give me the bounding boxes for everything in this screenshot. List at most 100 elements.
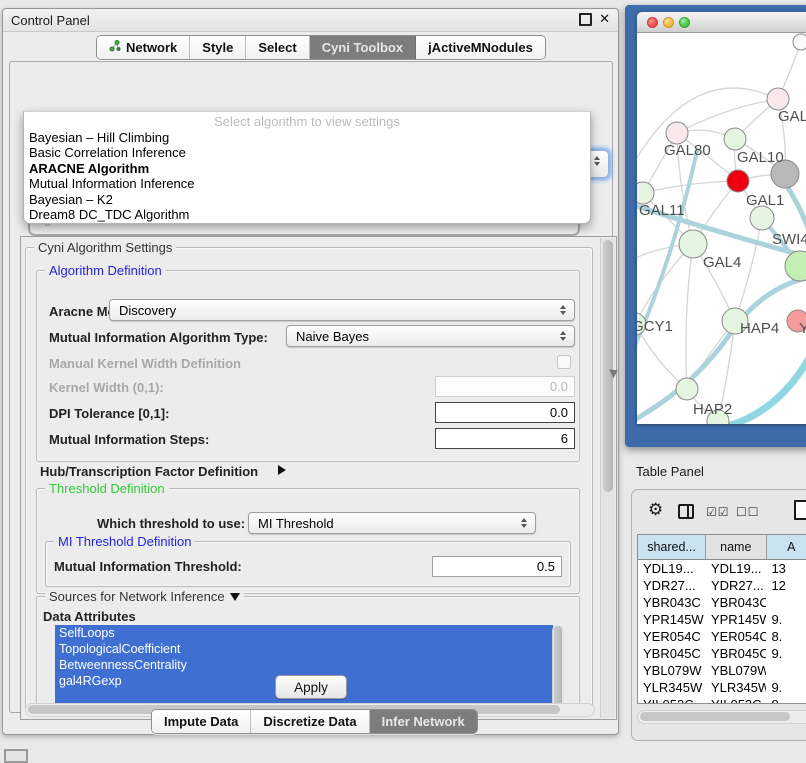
algorithm-option-basic-correlation-inference[interactable]: Basic Correlation Inference xyxy=(24,145,590,160)
table-row[interactable]: YDL19...YDL19...13 xyxy=(638,560,806,577)
node-hap2[interactable] xyxy=(676,378,698,400)
table-cell: YDR27... xyxy=(706,577,767,594)
network-canvas[interactable]: GALGAL80GAL10GAL1GAL11GAL4SWI4GCY1HAP4YH… xyxy=(637,33,806,424)
minimize-button[interactable] xyxy=(663,17,674,28)
table-horizontal-scrollbar[interactable] xyxy=(637,710,806,724)
group-title: MI Threshold Definition xyxy=(58,534,191,549)
node-gal-partial[interactable] xyxy=(767,88,789,110)
deselect-all-icon[interactable]: ☐☐ xyxy=(736,505,760,519)
table-header-row: shared...nameA xyxy=(638,535,806,560)
table-cell: 13 xyxy=(766,560,806,577)
algorithm-option-mutual-information-inference[interactable]: Mutual Information Inference xyxy=(24,176,590,191)
node-top-partial[interactable] xyxy=(793,34,806,50)
table-row[interactable]: YER054CYER054C8. xyxy=(638,628,806,645)
tab-impute-data[interactable]: Impute Data xyxy=(152,710,251,733)
table-row[interactable]: YLR345WYLR345W9. xyxy=(638,679,806,696)
close-button[interactable] xyxy=(647,17,658,28)
panel-title: Control Panel xyxy=(11,13,90,28)
table-row[interactable]: YBL079WYBL079W xyxy=(638,662,806,679)
close-icon[interactable]: ✕ xyxy=(599,12,610,26)
node-swi4[interactable] xyxy=(785,251,806,281)
expander-right-icon[interactable] xyxy=(278,465,286,475)
column-header-name[interactable]: name xyxy=(706,535,767,559)
network-window-titlebar[interactable] xyxy=(637,12,806,33)
table-cell: 9 xyxy=(766,696,806,704)
node-gal11[interactable] xyxy=(637,182,654,204)
node-mid-green[interactable] xyxy=(750,206,774,230)
list-item-betweennesscentrality[interactable]: BetweennessCentrality xyxy=(55,657,553,673)
algorithm-option-aracne-algorithm[interactable]: ARACNE Algorithm xyxy=(24,161,590,176)
tab-jactivemnodules[interactable]: jActiveMNodules xyxy=(416,36,545,59)
attributes-scrollbar[interactable] xyxy=(552,625,564,709)
table-row[interactable]: YBR043CYBR043C xyxy=(638,594,806,611)
expander-down-icon[interactable] xyxy=(230,593,240,601)
node-swi4-label: SWI4 xyxy=(772,231,806,248)
apply-button[interactable]: Apply xyxy=(275,675,347,699)
algorithm-dropdown-popup: Select algorithm to view settings Bayesi… xyxy=(23,111,591,224)
table-cell xyxy=(766,594,806,611)
algorithm-option-bayesian-k2[interactable]: Bayesian – K2 xyxy=(24,192,590,207)
table-cell: YDL19... xyxy=(638,560,706,577)
data-attributes-label: Data Attributes xyxy=(43,609,136,624)
table-cell: 9. xyxy=(766,611,806,628)
node-gal80[interactable] xyxy=(666,122,688,144)
docked-panel-icon[interactable] xyxy=(4,749,28,763)
algorithm-option-bayesian-hill-climbing[interactable]: Bayesian – Hill Climbing xyxy=(24,130,590,145)
zoom-button[interactable] xyxy=(679,17,690,28)
tab-infer-network[interactable]: Infer Network xyxy=(370,710,477,733)
split-columns-icon[interactable] xyxy=(678,504,694,519)
node-gal1[interactable] xyxy=(727,170,749,192)
node-gal4-label: GAL4 xyxy=(703,254,741,271)
table-row[interactable]: YIL053CYIL053C9 xyxy=(638,696,806,704)
tab-network[interactable]: Network xyxy=(97,36,190,59)
tab-style[interactable]: Style xyxy=(190,36,246,59)
tab-cyni-toolbox[interactable]: Cyni Toolbox xyxy=(310,36,416,59)
column-header-a[interactable]: A xyxy=(767,535,806,559)
network-graph: GALGAL80GAL10GAL1GAL11GAL4SWI4GCY1HAP4YH… xyxy=(637,33,806,424)
node-gal10[interactable] xyxy=(724,128,746,150)
table-cell: 8. xyxy=(766,628,806,645)
tab-discretize-data[interactable]: Discretize Data xyxy=(251,710,369,733)
node-gcy1-label: GCY1 xyxy=(637,318,673,335)
aracne-mode-combobox[interactable]: Discovery xyxy=(109,299,575,321)
gear-icon[interactable]: ⚙ xyxy=(648,501,663,518)
table-hscroll-thumb[interactable] xyxy=(640,712,790,721)
mi-steps-label: Mutual Information Steps: xyxy=(49,432,209,447)
table-cell: 12 xyxy=(766,577,806,594)
manual-kernel-label: Manual Kernel Width Definition xyxy=(49,356,241,371)
which-threshold-combobox[interactable]: MI Threshold xyxy=(248,512,536,534)
table-row[interactable]: YDR27...YDR27...12 xyxy=(638,577,806,594)
dpi-tolerance-field[interactable] xyxy=(435,402,575,423)
list-item-topologicalcoefficient[interactable]: TopologicalCoefficient xyxy=(55,641,553,657)
cyni-toolbox-panel: gal-filtered sif default node Select alg… xyxy=(9,61,613,713)
settings-scrollbar[interactable] xyxy=(600,238,615,718)
control-panel-window: Control Panel ✕ NetworkStyleSelect Cyni T… xyxy=(2,8,619,735)
mi-threshold-field[interactable] xyxy=(432,556,562,577)
control-panel-tabs: NetworkStyleSelect Cyni Toolbox jActiveMNo… xyxy=(96,35,546,60)
threshold-definition-group: Threshold Definition Which threshold to … xyxy=(36,488,580,594)
mi-algorithm-type-combobox[interactable]: Naive Bayes xyxy=(286,325,575,347)
float-panel-icon[interactable] xyxy=(579,13,592,26)
table-row[interactable]: YBR045CYBR045C9. xyxy=(638,645,806,662)
settings-scrollbar-thumb[interactable] xyxy=(603,240,613,492)
table-cell xyxy=(766,662,806,679)
column-header-shared[interactable]: shared... xyxy=(638,535,706,559)
attributes-scrollbar-thumb[interactable] xyxy=(554,626,562,706)
mi-steps-field[interactable] xyxy=(435,428,575,449)
tab-select[interactable]: Select xyxy=(246,36,309,59)
table-cell: YBR045C xyxy=(706,645,767,662)
table-cell: YLR345W xyxy=(638,679,706,696)
group-title: Threshold Definition xyxy=(49,481,165,496)
list-item-selfloops[interactable]: SelfLoops xyxy=(55,625,553,641)
file-icon[interactable] xyxy=(794,500,806,520)
algorithm-option-dream8-dc-tdc-algorithm[interactable]: Dream8 DC_TDC Algorithm xyxy=(24,207,590,222)
network-edge xyxy=(677,99,778,133)
bottom-tabs: Impute DataDiscretize DataInfer Network xyxy=(151,709,478,734)
select-all-icon[interactable]: ☑☑ xyxy=(706,505,730,519)
table-cell: YBR043C xyxy=(706,594,767,611)
tab-label: jActiveMNodules xyxy=(428,40,533,55)
table-row[interactable]: YPR145WYPR145W9. xyxy=(638,611,806,628)
hub-definition-label: Hub/Transcription Factor Definition xyxy=(40,464,258,479)
node-hap2-label: HAP2 xyxy=(693,401,732,418)
tab-label: Cyni Toolbox xyxy=(322,40,403,55)
